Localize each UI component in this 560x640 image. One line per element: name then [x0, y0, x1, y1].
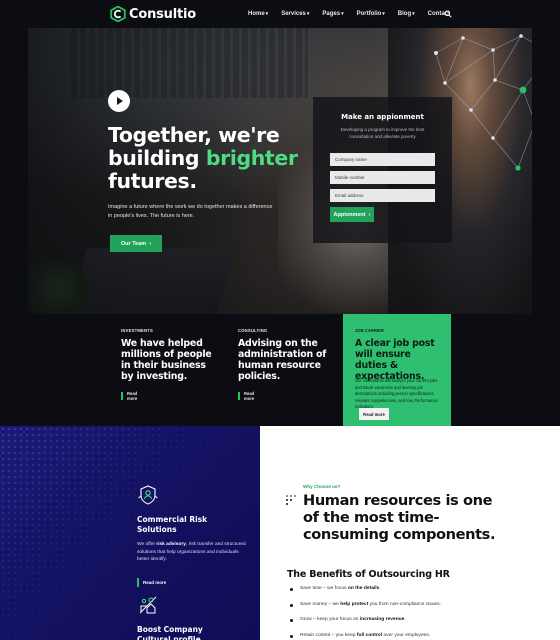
hero-title-line: building brighter [108, 147, 328, 170]
why-choose-us-section: Why Choose us? Human resources is one of… [260, 426, 560, 640]
appointment-form: Make an appionment Developing a program … [313, 97, 452, 243]
consultio-c-logo-icon [110, 6, 126, 22]
card-title: Advising on the administration of human … [238, 338, 327, 382]
nav-item-blog[interactable]: Blog▾ [398, 11, 415, 17]
text: Save money – we [300, 601, 341, 607]
nav-label: Blog [397, 11, 412, 17]
features-row: INVESTMENTS We have helped millions of p… [0, 314, 560, 426]
bullet-icon [290, 603, 293, 607]
feature-card-job-carrier: JOB CARRIER A clear job post will ensure… [343, 314, 451, 426]
card-category: JOB CARRIER [355, 328, 384, 333]
list-item: Retain control – you keep full control o… [287, 633, 547, 640]
text: over your employees. [382, 632, 431, 638]
desc-bold: risk advisory [156, 542, 186, 547]
list-item: Save time – we focus on the details. [287, 586, 547, 602]
text: Save time – we focus [300, 586, 348, 591]
benefit-text: Retain control – you keep full control o… [300, 633, 430, 638]
hero-title-line: Together, we're [108, 123, 280, 147]
team-culture-icon [139, 596, 157, 614]
form-subtitle: Developing a program to improve the best… [340, 127, 425, 139]
email-address-field[interactable]: Email address [330, 189, 435, 202]
shield-risk-icon [138, 485, 158, 505]
text: Grow – keep your focus on [300, 617, 360, 622]
card-title: We have helped millions of people in the… [121, 338, 212, 382]
top-navigation: Consultio Home▾ Services▾ Pages▾ Portfol… [0, 0, 560, 30]
main-menu: Home▾ Services▾ Pages▾ Portfolio▾ Blog▾ … [248, 11, 463, 17]
bold-text: increasing revenue [359, 617, 405, 622]
mobile-number-field[interactable]: Mobile number [330, 171, 435, 184]
hero-description: Imagine a future where the work we do to… [108, 204, 273, 219]
bullet-icon [290, 588, 293, 591]
benefit-text: Grow – keep your focus on increasing rev… [300, 617, 406, 622]
appointment-submit-button[interactable]: Appionment › [330, 207, 374, 222]
hero-banner: Together, we're building brighter future… [28, 28, 532, 314]
card-category: INVESTMENTS [121, 328, 153, 333]
section-title: Human resources is one of the most time-… [303, 492, 496, 543]
nav-label: Pages [322, 11, 341, 17]
logo[interactable]: Consultio [110, 6, 196, 22]
desc-text: We offer [137, 542, 157, 547]
text: . [379, 586, 381, 591]
list-item: Save money – we help protect you from no… [287, 602, 547, 618]
bold-text: full control [356, 632, 383, 638]
card-category: CONSULTING [238, 328, 268, 333]
benefit-text: Save time – we focus on the details. [300, 586, 381, 591]
button-label: Appionment [333, 211, 366, 218]
dots-decoration-icon [286, 495, 296, 505]
our-team-button[interactable]: Our Team › [110, 235, 162, 252]
bold-text: on the details [347, 586, 380, 591]
caret-icon: ▾ [382, 11, 385, 17]
nav-item-pages[interactable]: Pages▾ [322, 11, 343, 17]
bold-text: help protect [340, 601, 369, 607]
hero-title-line: futures. [108, 169, 197, 193]
brand-name: Consultio [129, 6, 196, 22]
text: Retain control – you keep [300, 632, 357, 638]
video-play-button[interactable] [108, 90, 130, 112]
service-title: Commercial Risk Solutions [137, 515, 208, 534]
benefits-list: Save time – we focus on the details. Sav… [287, 586, 547, 640]
hero-title-accent: brighter [205, 146, 298, 170]
arrow-icon: › [368, 211, 371, 218]
caret-icon: ▾ [341, 11, 344, 17]
service-title: Boost Company Cultural profile [137, 625, 203, 640]
text: . [404, 617, 406, 622]
card-description: Our consultants will analyze your curren… [355, 378, 438, 410]
play-icon [117, 97, 123, 105]
button-label: Our Team [120, 240, 147, 247]
nav-item-services[interactable]: Services▾ [281, 11, 309, 17]
read-more-button[interactable]: Read more [359, 408, 389, 420]
form-title: Make an appionment [341, 113, 424, 121]
hero-title: Together, we're building brighter future… [108, 124, 328, 193]
read-more-link[interactable]: Read more [137, 577, 252, 587]
read-more-link[interactable]: Read more [238, 391, 254, 401]
nav-label: Home [248, 11, 265, 17]
service-commercial-risk: Commercial Risk Solutions We offer risk … [137, 484, 252, 587]
nav-label: Services [281, 11, 306, 17]
caret-icon: ▾ [265, 11, 269, 17]
services-panel: Commercial Risk Solutions We offer risk … [0, 426, 260, 640]
company-name-field[interactable]: Company name [330, 153, 435, 166]
card-title: A clear job post will ensure duties & ex… [355, 338, 435, 382]
service-cultural-profile: Boost Company Cultural profile [137, 594, 217, 640]
nav-item-portfolio[interactable]: Portfolio▾ [357, 11, 385, 17]
service-description: We offer risk advisory, risk transfer an… [137, 541, 252, 564]
text: you from non-compliance issues. [368, 601, 442, 607]
nav-label: Portfolio [356, 11, 382, 17]
list-item: Grow – keep your focus on increasing rev… [287, 617, 547, 633]
bullet-icon [290, 634, 293, 638]
read-more-link[interactable]: Read more [121, 391, 137, 401]
nav-item-home[interactable]: Home▾ [248, 11, 268, 17]
benefits-title: The Benefits of Outsourcing HR [287, 569, 450, 580]
bullet-icon [290, 619, 293, 622]
hero-title-text: building [108, 146, 206, 170]
search-icon[interactable] [444, 10, 452, 18]
benefit-text: Save money – we help protect you from no… [300, 602, 441, 607]
arrow-icon: › [149, 240, 152, 247]
caret-icon: ▾ [412, 11, 415, 17]
section-eyebrow: Why Choose us? [303, 484, 341, 489]
caret-icon: ▾ [306, 11, 310, 17]
